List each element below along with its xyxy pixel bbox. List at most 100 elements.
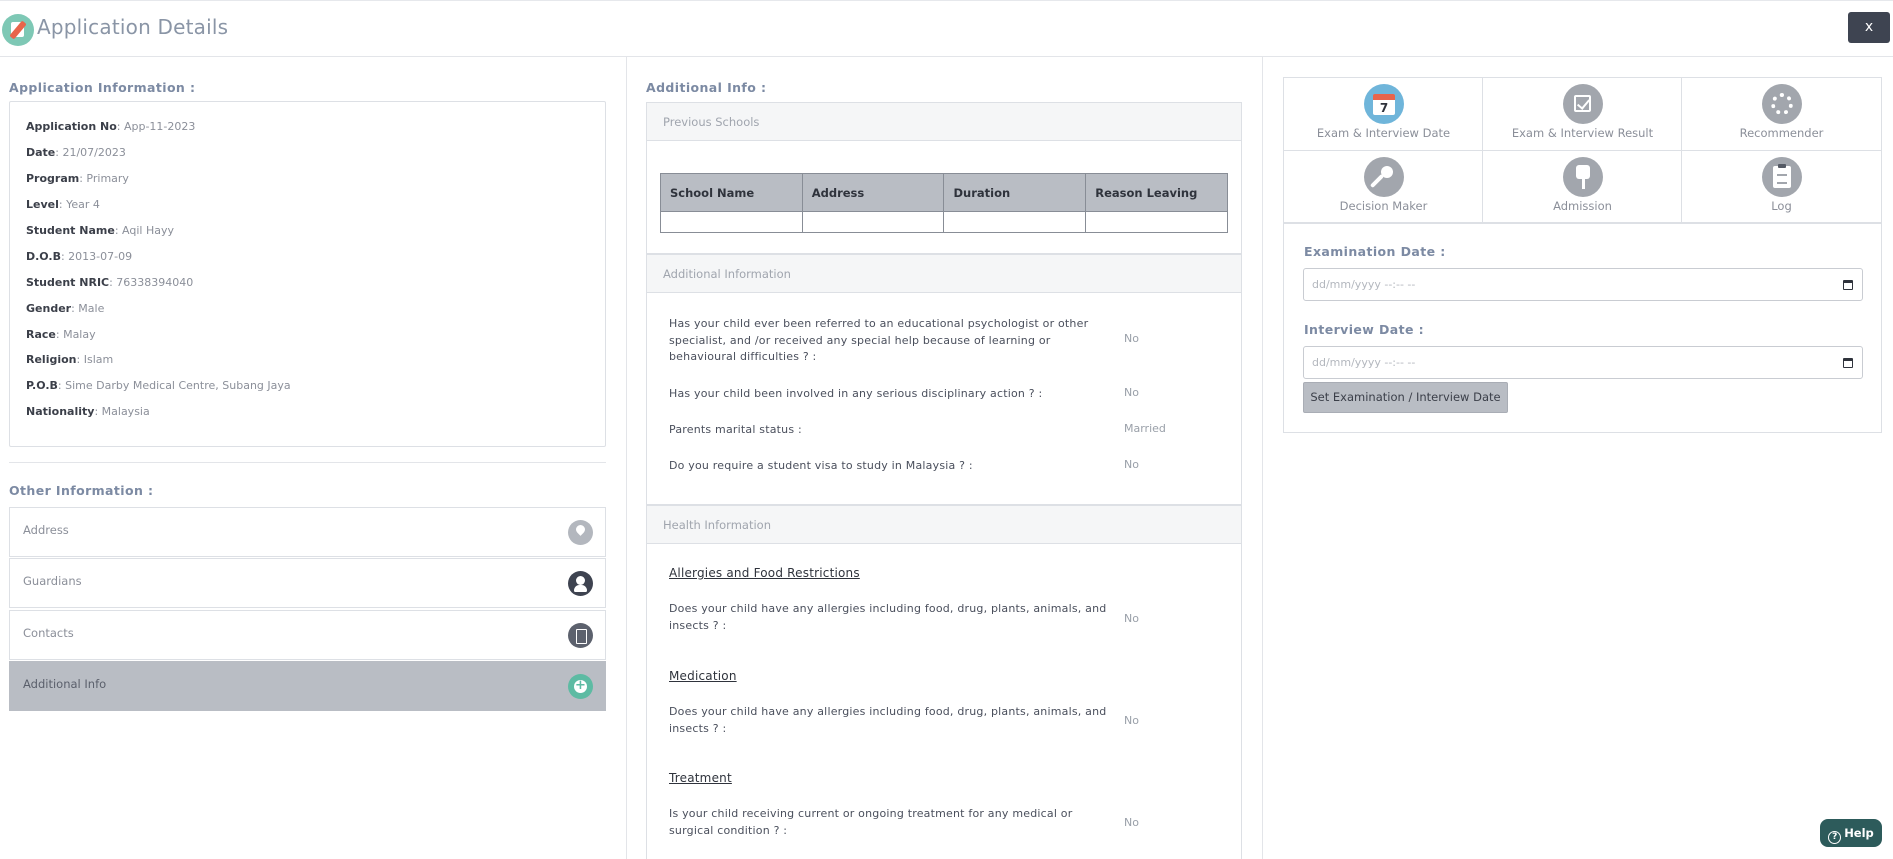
field-student-nric: Student NRIC: 76338394040: [26, 276, 193, 289]
column-header: School Name: [660, 173, 803, 212]
question-text: Has your child ever been referred to an …: [669, 317, 1089, 363]
answer-text: No: [1124, 816, 1139, 829]
help-icon: ?: [1828, 831, 1842, 844]
health-information-panel: Health Information Allergies and Food Re…: [646, 505, 1242, 859]
accordion-label: Contacts: [23, 626, 74, 640]
field-nationality: Nationality: Malaysia: [26, 405, 150, 418]
calendar-day: 7: [1373, 94, 1395, 115]
tab-decision-maker[interactable]: Decision Maker: [1284, 151, 1483, 224]
answer-text: Married: [1124, 422, 1166, 435]
field-value: : Sime Darby Medical Centre, Subang Jaya: [57, 379, 291, 392]
tab-label: Decision Maker: [1339, 199, 1428, 213]
field-race: Race: Malay: [26, 328, 96, 341]
panel-heading: Health Information: [647, 506, 1241, 544]
tab-exam-interview-date[interactable]: 7 Exam & Interview Date: [1284, 78, 1483, 151]
section-subtitle: Allergies and Food Restrictions: [669, 566, 860, 580]
field-label: Date: [26, 146, 56, 159]
interview-date-input[interactable]: dd/mm/yyyy --:-- --: [1303, 346, 1863, 379]
calendar-icon: 7: [1364, 84, 1404, 124]
accordion-item-address[interactable]: Address: [9, 507, 606, 557]
accordion-item-guardians[interactable]: Guardians: [9, 558, 606, 608]
field-program: Program: Primary: [26, 172, 129, 185]
field-label: D.O.B: [26, 250, 61, 263]
exam-interview-date-form: Examination Date : dd/mm/yyyy --:-- -- I…: [1283, 223, 1882, 433]
column-header: Address: [801, 173, 945, 212]
application-information-title: Application Information :: [9, 80, 196, 95]
accordion-item-contacts[interactable]: Contacts: [9, 610, 606, 660]
field-dob: D.O.B: 2013-07-09: [26, 250, 132, 263]
panel-heading: Additional Information: [647, 255, 1241, 293]
tab-label: Exam & Interview Date: [1316, 126, 1451, 140]
field-label: Religion: [26, 353, 77, 366]
set-examination-interview-date-button[interactable]: Set Examination / Interview Date: [1303, 382, 1508, 413]
header-bar: Application Details x: [0, 0, 1893, 57]
add-circle-icon: [568, 674, 593, 699]
field-value: : Malaysia: [94, 405, 150, 418]
spinner-icon: [1762, 84, 1802, 124]
accordion-label: Additional Info: [23, 677, 107, 691]
field-gender: Gender: Male: [26, 302, 104, 315]
answer-text: No: [1124, 458, 1139, 471]
field-label: Student Name: [26, 224, 115, 237]
additional-info-title: Additional Info :: [646, 80, 767, 95]
question-text: Does your child have any allergies inclu…: [669, 705, 1107, 735]
previous-schools-panel: Previous Schools School Name Address Dur…: [646, 102, 1242, 254]
field-value: : Malay: [55, 328, 96, 341]
question-text: Do you require a student visa to study i…: [669, 459, 973, 472]
tab-admission[interactable]: Admission: [1483, 151, 1682, 224]
tab-exam-interview-result[interactable]: Exam & Interview Result: [1483, 78, 1682, 151]
field-value: : 76338394040: [109, 276, 194, 289]
page-title: Application Details: [37, 15, 229, 39]
field-label: P.O.B: [26, 379, 58, 392]
field-student-name: Student Name: Aqil Hayy: [26, 224, 174, 237]
column-divider: [1262, 57, 1263, 859]
field-religion: Religion: Islam: [26, 353, 113, 366]
tab-label: Admission: [1553, 199, 1612, 213]
date-placeholder: dd/mm/yyyy --:-- --: [1312, 278, 1416, 291]
help-button[interactable]: ? Help: [1820, 819, 1882, 847]
application-information-box: Application No: App-11-2023 Date: 21/07/…: [9, 101, 606, 447]
field-application-no: Application No: App-11-2023: [26, 120, 195, 133]
examination-date-label: Examination Date :: [1304, 244, 1446, 259]
additional-information-panel: Additional Information Has your child ev…: [646, 254, 1242, 505]
pushpin-icon: [1563, 157, 1603, 197]
tab-label: Recommender: [1739, 126, 1824, 140]
panel-heading: Previous Schools: [647, 103, 1241, 141]
help-label: Help: [1844, 826, 1874, 840]
field-level: Level: Year 4: [26, 198, 100, 211]
column-divider: [626, 57, 627, 859]
question-text: Has your child been involved in any seri…: [669, 387, 1043, 400]
clipboard-icon: [1762, 157, 1802, 197]
question-text: Is your child receiving current or ongoi…: [669, 807, 1073, 837]
tab-label: Exam & Interview Result: [1511, 126, 1654, 140]
date-placeholder: dd/mm/yyyy --:-- --: [1312, 356, 1416, 369]
field-label: Race: [26, 328, 56, 341]
accordion-item-additional-info[interactable]: Additional Info: [9, 661, 606, 711]
field-label: Program: [26, 172, 80, 185]
question-text: Does your child have any allergies inclu…: [669, 602, 1107, 632]
calendar-picker-icon[interactable]: [1843, 358, 1853, 368]
field-value: : Islam: [76, 353, 114, 366]
field-label: Level: [26, 198, 59, 211]
question-text: Parents marital status :: [669, 423, 802, 436]
edit-document-icon: [2, 14, 34, 46]
field-date: Date: 21/07/2023: [26, 146, 126, 159]
tab-log[interactable]: Log: [1682, 151, 1881, 224]
field-value: : Male: [71, 302, 105, 315]
field-value: : Primary: [79, 172, 129, 185]
examination-date-input[interactable]: dd/mm/yyyy --:-- --: [1303, 268, 1863, 301]
tab-recommender[interactable]: Recommender: [1682, 78, 1881, 151]
field-label: Gender: [26, 302, 72, 315]
other-information-title: Other Information :: [9, 483, 154, 498]
field-value: : 21/07/2023: [55, 146, 126, 159]
table-row: [660, 211, 1228, 233]
interview-date-label: Interview Date :: [1304, 322, 1424, 337]
close-button[interactable]: x: [1848, 12, 1890, 43]
person-icon: [568, 571, 593, 596]
key-icon: [1364, 157, 1404, 197]
field-value: : Aqil Hayy: [114, 224, 174, 237]
calendar-picker-icon[interactable]: [1843, 280, 1853, 290]
field-label: Application No: [26, 120, 117, 133]
accordion-label: Address: [23, 523, 69, 537]
field-label: Nationality: [26, 405, 95, 418]
